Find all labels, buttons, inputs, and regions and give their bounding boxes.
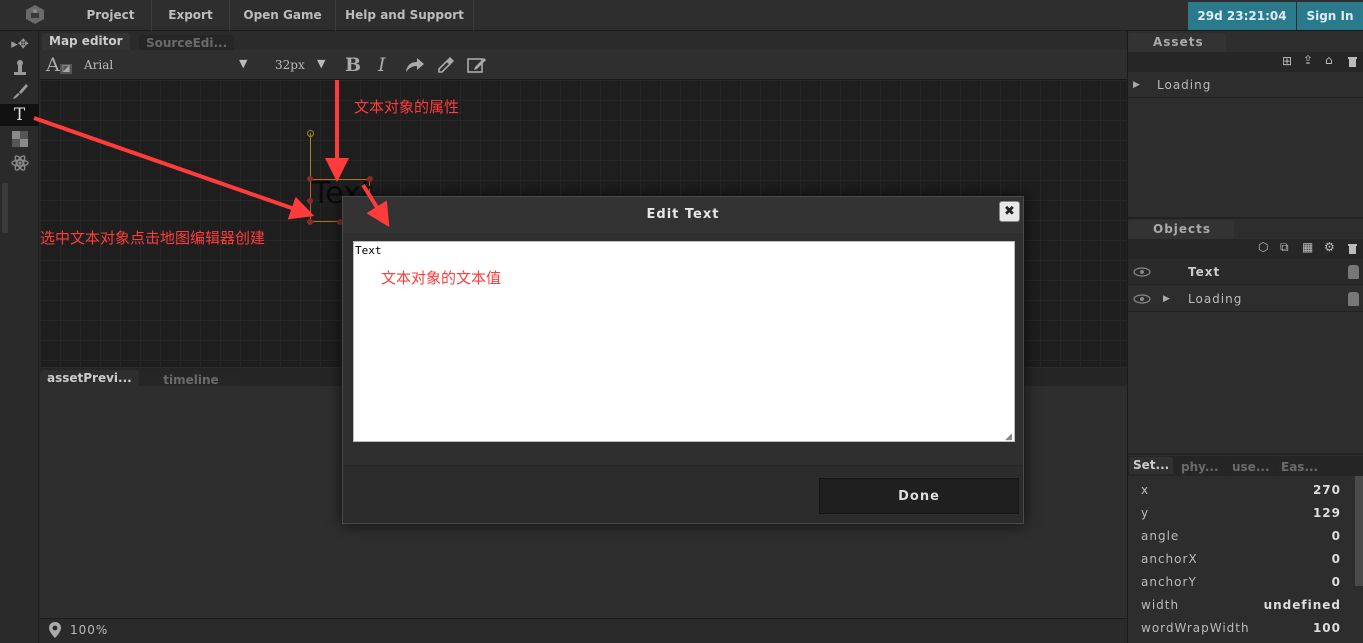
annotation-create-hint: 选中文本对象点击地图编辑器创建: [40, 229, 266, 247]
annotation-arrow: [361, 183, 390, 228]
annotation-properties: 文本对象的属性: [354, 98, 460, 116]
annotation-arrows: [33, 80, 390, 228]
annotation-arrow: [33, 116, 315, 220]
annotation-text-value: 文本对象的文本值: [381, 269, 502, 287]
